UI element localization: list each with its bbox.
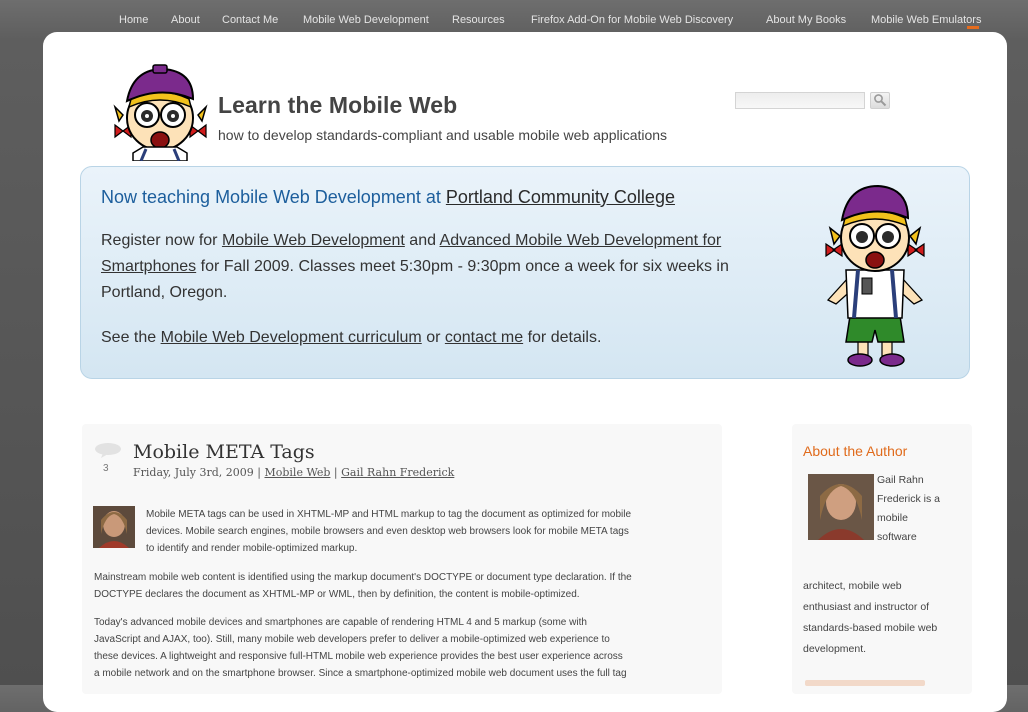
promo-paragraph: Register now for Mobile Web Development … xyxy=(101,228,731,306)
search-input[interactable] xyxy=(735,92,865,109)
search-button[interactable] xyxy=(870,92,890,109)
meta-separator: | xyxy=(333,466,338,479)
author-link[interactable]: Gail Rahn Frederick xyxy=(341,466,454,479)
post-paragraph-line: JavaScript and AJAX, too). Still, many m… xyxy=(94,634,610,645)
top-navigation: Home About Contact Me Mobile Web Develop… xyxy=(0,0,1028,34)
post-paragraph-line: devices. Mobile search engines, mobile b… xyxy=(146,526,629,537)
nav-resources[interactable]: Resources xyxy=(452,14,505,26)
post-title[interactable]: Mobile META Tags xyxy=(133,441,315,463)
post-meta: Friday, July 3rd, 2009 | Mobile Web | Ga… xyxy=(133,466,454,479)
post-paragraph-line: a mobile network and on the smartphone b… xyxy=(94,668,627,679)
speech-bubble-icon[interactable] xyxy=(94,442,122,458)
nav-mobile-web-development[interactable]: Mobile Web Development xyxy=(303,14,429,26)
post-paragraph-line: Mobile META tags can be used in XHTML-MP… xyxy=(146,509,632,520)
nav-firefox-addon[interactable]: Firefox Add-On for Mobile Web Discovery xyxy=(531,14,733,26)
sidebar-heading: About the Author xyxy=(803,443,908,459)
magnifier-icon xyxy=(874,94,887,107)
mobile-web-dev-course-link[interactable]: Mobile Web Development xyxy=(222,232,405,249)
next-widget-heading xyxy=(805,680,925,686)
promo-text: for details. xyxy=(523,329,602,346)
promo-text: and xyxy=(404,232,440,249)
promo-details: See the Mobile Web Development curriculu… xyxy=(101,329,601,347)
nav-about[interactable]: About xyxy=(171,14,200,26)
promo-heading-text: Now teaching Mobile Web Development at xyxy=(101,187,446,207)
author-bio: architect, mobile web enthusiast and ins… xyxy=(803,576,968,660)
nav-home[interactable]: Home xyxy=(119,14,148,26)
pcc-link[interactable]: Portland Community College xyxy=(446,187,675,207)
author-bio-top: Gail Rahn Frederick is a mobile software xyxy=(877,471,967,547)
category-link[interactable]: Mobile Web xyxy=(264,466,330,479)
promo-heading: Now teaching Mobile Web Development at P… xyxy=(101,187,675,208)
bio-line: enthusiast and instructor of xyxy=(803,601,930,613)
bio-line: development. xyxy=(803,643,867,655)
meta-separator: | xyxy=(257,466,261,479)
nav-contact[interactable]: Contact Me xyxy=(222,14,278,26)
author-thumbnail xyxy=(93,506,135,548)
author-photo xyxy=(808,474,874,540)
post-paragraph-line: these devices. A lightweight and respons… xyxy=(94,651,623,662)
post-paragraph-line: DOCTYPE declares the document as XHTML-M… xyxy=(94,589,580,600)
bio-line: mobile xyxy=(877,512,908,524)
mascot-logo[interactable] xyxy=(113,63,208,161)
nav-about-books[interactable]: About My Books xyxy=(766,14,846,26)
bio-line: software xyxy=(877,531,917,543)
active-nav-indicator xyxy=(967,26,979,29)
bio-line: architect, mobile web xyxy=(803,580,902,592)
bio-line: Frederick is a xyxy=(877,493,941,505)
bio-line: Gail Rahn xyxy=(877,474,924,486)
contact-me-link[interactable]: contact me xyxy=(445,329,523,346)
promo-text: See the xyxy=(101,329,161,346)
promo-text: Register now for xyxy=(101,232,222,249)
curriculum-link[interactable]: Mobile Web Development curriculum xyxy=(161,329,422,346)
post-paragraph-line: Mainstream mobile web content is identif… xyxy=(94,572,632,583)
post-paragraph-line: Today's advanced mobile devices and smar… xyxy=(94,617,587,628)
promo-text: or xyxy=(421,329,445,346)
post-date: Friday, July 3rd, 2009 xyxy=(133,466,254,479)
promo-text: for Fall 2009. Classes meet 5:30pm - 9:3… xyxy=(101,258,729,301)
nav-emulators[interactable]: Mobile Web Emulators xyxy=(871,14,981,26)
comment-count[interactable]: 3 xyxy=(103,463,109,474)
post-paragraph-line: to identify and render mobile-optimized … xyxy=(146,543,358,554)
mascot-illustration xyxy=(825,184,925,367)
site-tagline: how to develop standards-compliant and u… xyxy=(218,127,668,143)
site-title[interactable]: Learn the Mobile Web xyxy=(218,92,457,119)
bio-line: standards-based mobile web xyxy=(803,622,938,634)
